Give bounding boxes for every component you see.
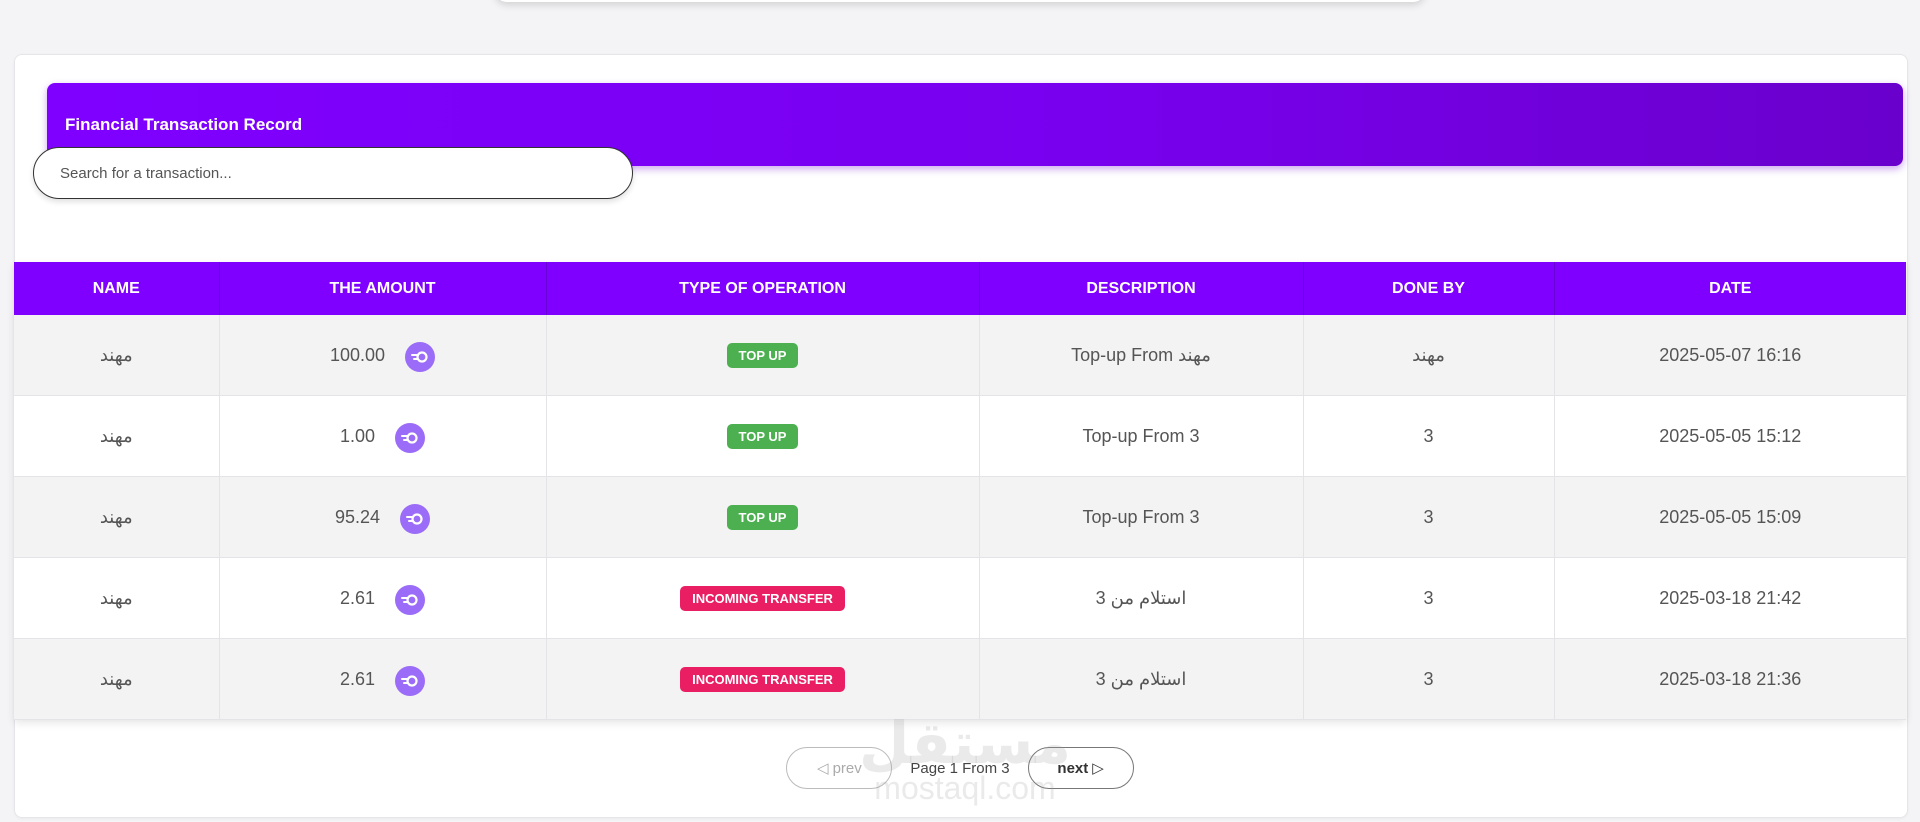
column-header-date: DATE (1554, 262, 1906, 315)
page-title: Financial Transaction Record (65, 114, 303, 134)
cell-amount: 95.24 (219, 476, 547, 558)
cell-done-by: مهند (1303, 315, 1555, 396)
cell-amount: 2.61 (219, 557, 547, 639)
table-row: مهند 2.61 INCOMING TRANSFER استلام من 3 … (14, 638, 1906, 720)
table-header-row: NAME THE AMOUNT TYPE OF OPERATION DESCRI… (14, 262, 1906, 315)
prev-label: prev (832, 759, 862, 777)
amount-value: 100.00 (329, 344, 386, 365)
pagination: ◁ prev Page 1 From 3 next ▷ (0, 747, 1920, 789)
cell-amount: 100.00 (219, 315, 547, 396)
coin-icon (405, 342, 436, 372)
next-label: next (1057, 759, 1089, 777)
cell-done-by: 3 (1303, 557, 1555, 639)
page-info: Page 1 From 3 (910, 759, 1010, 777)
cell-type: TOP UP (546, 476, 980, 558)
cell-name: مهند (14, 476, 220, 558)
amount-group: 1.00 (339, 421, 426, 453)
cell-date: 2025-05-07 16:16 (1554, 315, 1906, 396)
amount-value: 1.00 (339, 425, 376, 446)
amount-value: 2.61 (339, 668, 376, 689)
cell-type: TOP UP (546, 315, 980, 396)
next-button[interactable]: next ▷ (1027, 747, 1134, 789)
cell-date: 2025-05-05 15:09 (1554, 476, 1906, 558)
amount-value: 2.61 (339, 587, 376, 608)
search-container (33, 147, 633, 199)
column-header-type: TYPE OF OPERATION (546, 262, 980, 315)
cell-done-by: 3 (1303, 476, 1555, 558)
top-overlay-bar (495, 0, 1425, 2)
cell-name: مهند (14, 638, 220, 720)
type-badge-topup: TOP UP (726, 504, 799, 530)
cell-date: 2025-03-18 21:36 (1554, 638, 1906, 720)
cell-date: 2025-03-18 21:42 (1554, 557, 1906, 639)
cell-type: TOP UP (546, 395, 980, 477)
cell-description: استلام من 3 (979, 638, 1304, 720)
column-header-description: DESCRIPTION (979, 262, 1304, 315)
table-row: مهند 2.61 INCOMING TRANSFER استلام من 3 … (14, 557, 1906, 639)
cell-name: مهند (14, 315, 220, 396)
type-badge-topup: TOP UP (726, 423, 799, 449)
cell-done-by: 3 (1303, 395, 1555, 477)
transactions-table: NAME THE AMOUNT TYPE OF OPERATION DESCRI… (14, 262, 1906, 720)
cell-description: استلام من 3 (979, 557, 1304, 639)
coin-icon (395, 666, 426, 696)
amount-group: 95.24 (334, 502, 431, 534)
prev-button[interactable]: ◁ prev (786, 747, 893, 789)
triangle-right-icon: ▷ (1092, 760, 1104, 777)
cell-amount: 1.00 (219, 395, 547, 477)
cell-description: Top-up From 3 (979, 476, 1304, 558)
triangle-left-icon: ◁ (817, 760, 829, 777)
type-badge-incoming: INCOMING TRANSFER (680, 666, 845, 692)
amount-value: 95.24 (334, 506, 381, 527)
table-row: مهند 1.00 TOP UP Top-up From 3 3 2025-05… (14, 395, 1906, 477)
type-badge-topup: TOP UP (726, 342, 799, 368)
column-header-amount: THE AMOUNT (219, 262, 547, 315)
cell-amount: 2.61 (219, 638, 547, 720)
cell-description: Top-up From مهند (979, 315, 1304, 396)
table-row: مهند 100.00 TOP UP Top-up From مهند مهند… (14, 315, 1906, 396)
cell-name: مهند (14, 395, 220, 477)
amount-group: 2.61 (339, 664, 426, 696)
cell-type: INCOMING TRANSFER (546, 557, 980, 639)
coin-icon (395, 585, 426, 615)
cell-date: 2025-05-05 15:12 (1554, 395, 1906, 477)
cell-type: INCOMING TRANSFER (546, 638, 980, 720)
amount-group: 2.61 (339, 583, 426, 615)
column-header-name: NAME (14, 262, 220, 315)
amount-group: 100.00 (329, 340, 436, 372)
coin-icon (395, 423, 426, 453)
type-badge-incoming: INCOMING TRANSFER (680, 585, 845, 611)
cell-done-by: 3 (1303, 638, 1555, 720)
transactions-table-container: NAME THE AMOUNT TYPE OF OPERATION DESCRI… (14, 262, 1906, 720)
cell-name: مهند (14, 557, 220, 639)
cell-description: Top-up From 3 (979, 395, 1304, 477)
coin-icon (400, 504, 431, 534)
table-row: مهند 95.24 TOP UP Top-up From 3 3 2025-0… (14, 476, 1906, 558)
search-input[interactable] (33, 147, 633, 199)
column-header-done-by: DONE BY (1303, 262, 1555, 315)
